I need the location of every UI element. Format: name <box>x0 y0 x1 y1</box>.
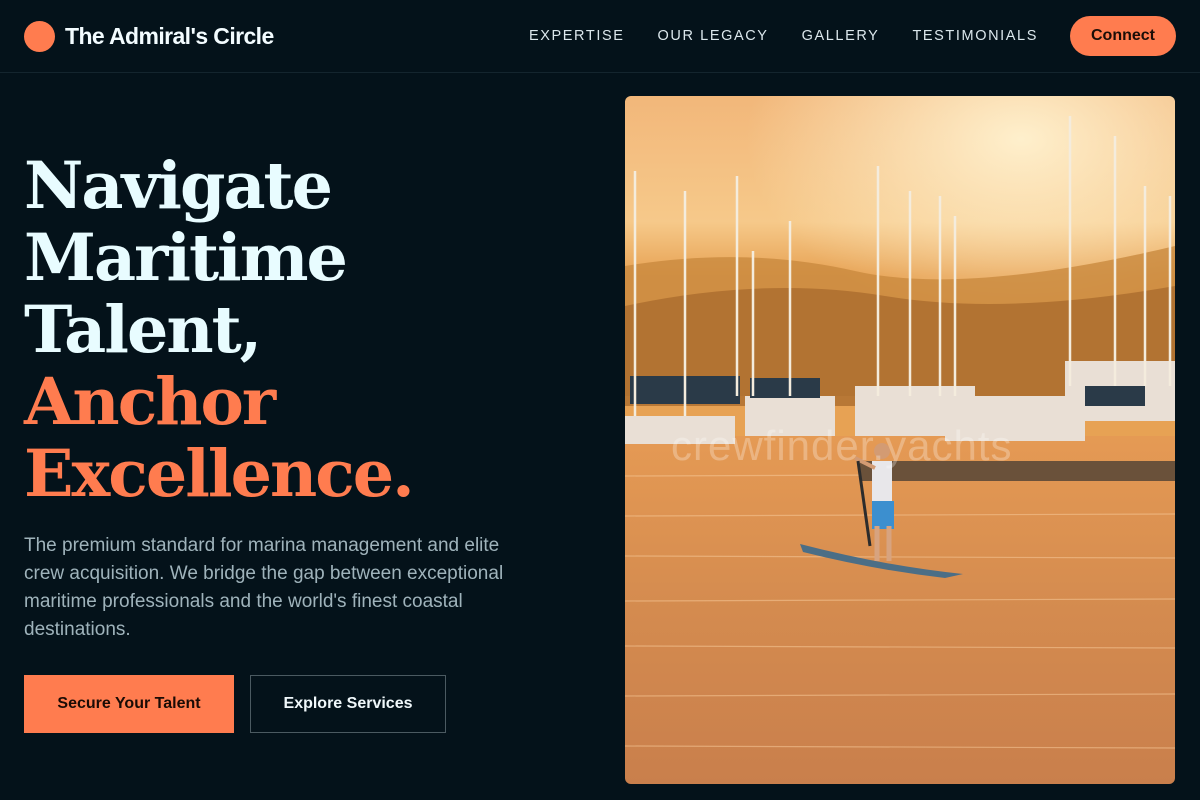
hero-image: crewfinder.yachts <box>625 96 1175 784</box>
hero-title-accent-line: Excellence. <box>24 436 415 512</box>
brand-logo-icon <box>24 20 55 52</box>
explore-services-button[interactable]: Explore Services <box>250 675 446 733</box>
image-watermark: crewfinder.yachts <box>671 422 1013 469</box>
nav-link-gallery[interactable]: GALLERY <box>802 16 880 56</box>
main-nav: EXPERTISE OUR LEGACY GALLERY TESTIMONIAL… <box>529 16 1176 56</box>
hero-description: The premium standard for marina manageme… <box>24 535 504 640</box>
brand[interactable]: The Admiral's Circle <box>24 20 274 52</box>
nav-link-testimonials[interactable]: TESTIMONIALS <box>912 16 1038 56</box>
nav-link-our-legacy[interactable]: OUR LEGACY <box>658 16 769 56</box>
hero-title-line: Talent, <box>24 292 262 368</box>
hero-title: Navigate Maritime Talent, Anchor Excelle… <box>24 150 584 510</box>
site-header: The Admiral's Circle EXPERTISE OUR LEGAC… <box>0 0 1200 73</box>
hero-title-line: Navigate <box>24 148 333 224</box>
hero-title-accent-line: Anchor <box>24 364 276 440</box>
connect-button[interactable]: Connect <box>1070 16 1176 56</box>
nav-link-expertise[interactable]: EXPERTISE <box>529 16 625 56</box>
hero-title-line: Maritime <box>24 220 348 296</box>
brand-name: The Admiral's Circle <box>65 22 274 49</box>
secure-talent-button[interactable]: Secure Your Talent <box>24 675 234 733</box>
